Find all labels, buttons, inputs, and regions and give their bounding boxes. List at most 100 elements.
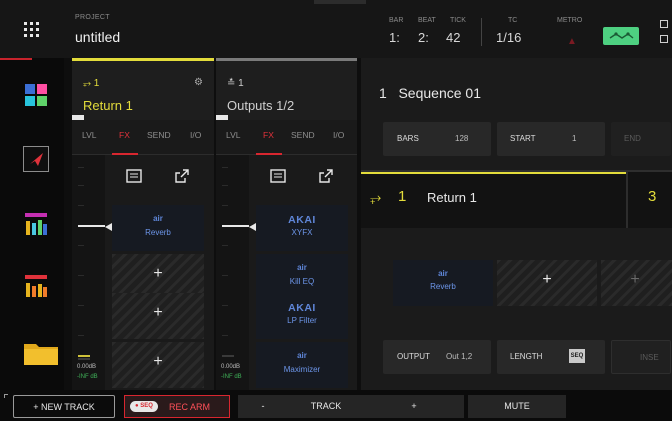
fx-toolbar — [256, 167, 352, 187]
metronome-icon[interactable]: ▲ — [567, 36, 577, 47]
fx-slot-2[interactable]: air Kill EQ — [256, 254, 348, 298]
pad-mixer-icon[interactable] — [25, 275, 47, 297]
return-icon: ⥅ — [370, 189, 382, 205]
fader-handle[interactable] — [249, 223, 256, 231]
rec-arm-label: REC ARM — [169, 402, 211, 412]
preset-list-icon[interactable] — [125, 167, 143, 185]
track-name: Return 1 — [83, 98, 133, 113]
selection-bar — [361, 172, 626, 174]
track-tabs: LVL FX SEND I/O — [72, 130, 214, 148]
fx-toolbar — [112, 167, 208, 187]
level-db-secondary: -INF dB — [221, 374, 242, 380]
end-field[interactable]: END — [611, 122, 671, 156]
fader-handle[interactable] — [105, 223, 112, 231]
bottom-bar: + NEW TRACK ● SEQ REC ARM - TRACK + MUTE — [0, 390, 672, 421]
mute-button[interactable]: MUTE — [468, 395, 566, 418]
fx-slots: air Reverb + + + — [112, 155, 208, 390]
air-logo-icon: air — [438, 269, 448, 278]
insert-slot-1[interactable]: air Reverb — [393, 260, 493, 306]
return-params: OUTPUT Out 1,2 LENGTH SEQ INSE — [379, 340, 672, 374]
tab-fx[interactable]: FX — [119, 130, 130, 140]
plugin-name: Reverb — [145, 228, 171, 237]
tc-value[interactable]: 1/16 — [496, 30, 521, 45]
fx-slot-1[interactable]: air Reverb — [112, 205, 204, 251]
insert-slot-3[interactable]: + — [601, 260, 672, 306]
tab-lvl[interactable]: LVL — [82, 130, 97, 140]
top-bar: PROJECT untitled BAR BEAT TICK 1: 2: 42 … — [0, 0, 672, 58]
preset-list-icon[interactable] — [269, 167, 287, 185]
drag-handle[interactable] — [314, 0, 366, 4]
sequence-params: BARS 128 START 1 END — [379, 122, 672, 156]
waveform-icon — [609, 32, 634, 39]
insert-slot-2[interactable]: + — [497, 260, 597, 306]
track-strip-outputs: ≛ 1 Outputs 1/2 LVL FX SEND I/O 0.00dB -… — [216, 58, 357, 390]
track-header[interactable]: ≛ 1 Outputs 1/2 — [216, 58, 357, 120]
active-indicator — [0, 58, 32, 60]
output-value: Out 1,2 — [446, 352, 473, 361]
track-header[interactable]: ⥅ 1 Return 1 ⚙ — [72, 58, 214, 120]
track-next-button[interactable]: + — [364, 395, 464, 418]
meter-segment — [78, 355, 90, 357]
fx-slot-4[interactable]: air Maximizer — [256, 342, 348, 388]
output-field[interactable]: OUTPUT Out 1,2 — [383, 340, 491, 374]
tab-io[interactable]: I/O — [333, 130, 344, 140]
bars-field[interactable]: BARS 128 — [383, 122, 491, 156]
fx-slot-4[interactable]: + — [112, 342, 204, 388]
sequence-title[interactable]: 1 Sequence 01 — [379, 85, 481, 101]
sequence-name: Sequence 01 — [398, 85, 481, 101]
add-plugin-icon: + — [153, 265, 163, 282]
open-external-icon[interactable] — [173, 167, 191, 185]
level-db: 0.00dB — [221, 364, 241, 370]
output-label: OUTPUT — [397, 352, 430, 361]
fx-slot-3[interactable]: AKAI LP Filter — [256, 293, 348, 339]
fx-slot-1[interactable]: AKAI XYFX — [256, 205, 348, 251]
bar-value[interactable]: 1: — [389, 30, 400, 45]
beat-label: BEAT — [418, 17, 436, 24]
rec-arm-button[interactable]: ● SEQ REC ARM — [124, 395, 230, 418]
tab-fx[interactable]: FX — [263, 130, 274, 140]
mixer-grid-icon[interactable] — [25, 84, 47, 106]
open-external-icon[interactable] — [317, 167, 335, 185]
return-track-header[interactable]: ⥅ 1 Return 1 3 — [361, 172, 672, 228]
tab-send[interactable]: SEND — [147, 130, 171, 140]
air-logo-icon: air — [297, 263, 307, 272]
track-tabs: LVL FX SEND I/O — [216, 130, 357, 148]
fader-line[interactable] — [78, 225, 105, 227]
add-plugin-icon: + — [153, 353, 163, 370]
tick-value[interactable]: 42 — [446, 30, 460, 45]
window-toggle-icon[interactable] — [660, 20, 668, 28]
length-field[interactable]: LENGTH SEQ — [497, 340, 605, 374]
insert-field[interactable]: INSE — [611, 340, 671, 374]
new-track-button[interactable]: + NEW TRACK — [13, 395, 115, 418]
track-count[interactable]: 3 — [648, 188, 656, 205]
tab-send[interactable]: SEND — [291, 130, 315, 140]
project-name[interactable]: untitled — [75, 29, 120, 45]
track-prev-button[interactable]: - — [238, 395, 288, 418]
fx-slot-3[interactable]: + — [112, 293, 204, 339]
gear-icon[interactable]: ⚙ — [194, 77, 203, 88]
plugin-name: Reverb — [430, 282, 456, 291]
akai-logo-icon: AKAI — [288, 214, 316, 226]
tab-lvl[interactable]: LVL — [226, 130, 241, 140]
window-toggle-icon[interactable] — [660, 35, 668, 43]
selection-marker — [216, 115, 228, 120]
divider — [481, 18, 482, 46]
start-value: 1 — [572, 134, 577, 143]
level-meter[interactable]: 0.00dB -INF dB — [216, 155, 249, 390]
overview-thumbnail[interactable] — [603, 27, 639, 45]
left-rail — [0, 58, 64, 390]
level-meter[interactable]: 0.00dB -INF dB — [72, 155, 105, 390]
start-field[interactable]: START 1 — [497, 122, 605, 156]
menu-grid-icon[interactable] — [24, 22, 40, 38]
return-track-number: 1 — [398, 188, 407, 205]
send-arrow-icon[interactable] — [23, 146, 49, 172]
channel-mixer-icon[interactable] — [25, 213, 47, 235]
tc-label: TC — [508, 17, 518, 24]
end-label: END — [624, 134, 641, 143]
beat-value[interactable]: 2: — [418, 30, 429, 45]
inspector-panel: 1 Sequence 01 BARS 128 START 1 END ⥅ 1 R… — [361, 58, 672, 390]
tab-io[interactable]: I/O — [190, 130, 201, 140]
fader-line[interactable] — [222, 225, 249, 227]
folder-icon[interactable] — [24, 341, 58, 365]
add-plugin-icon: + — [630, 271, 640, 288]
